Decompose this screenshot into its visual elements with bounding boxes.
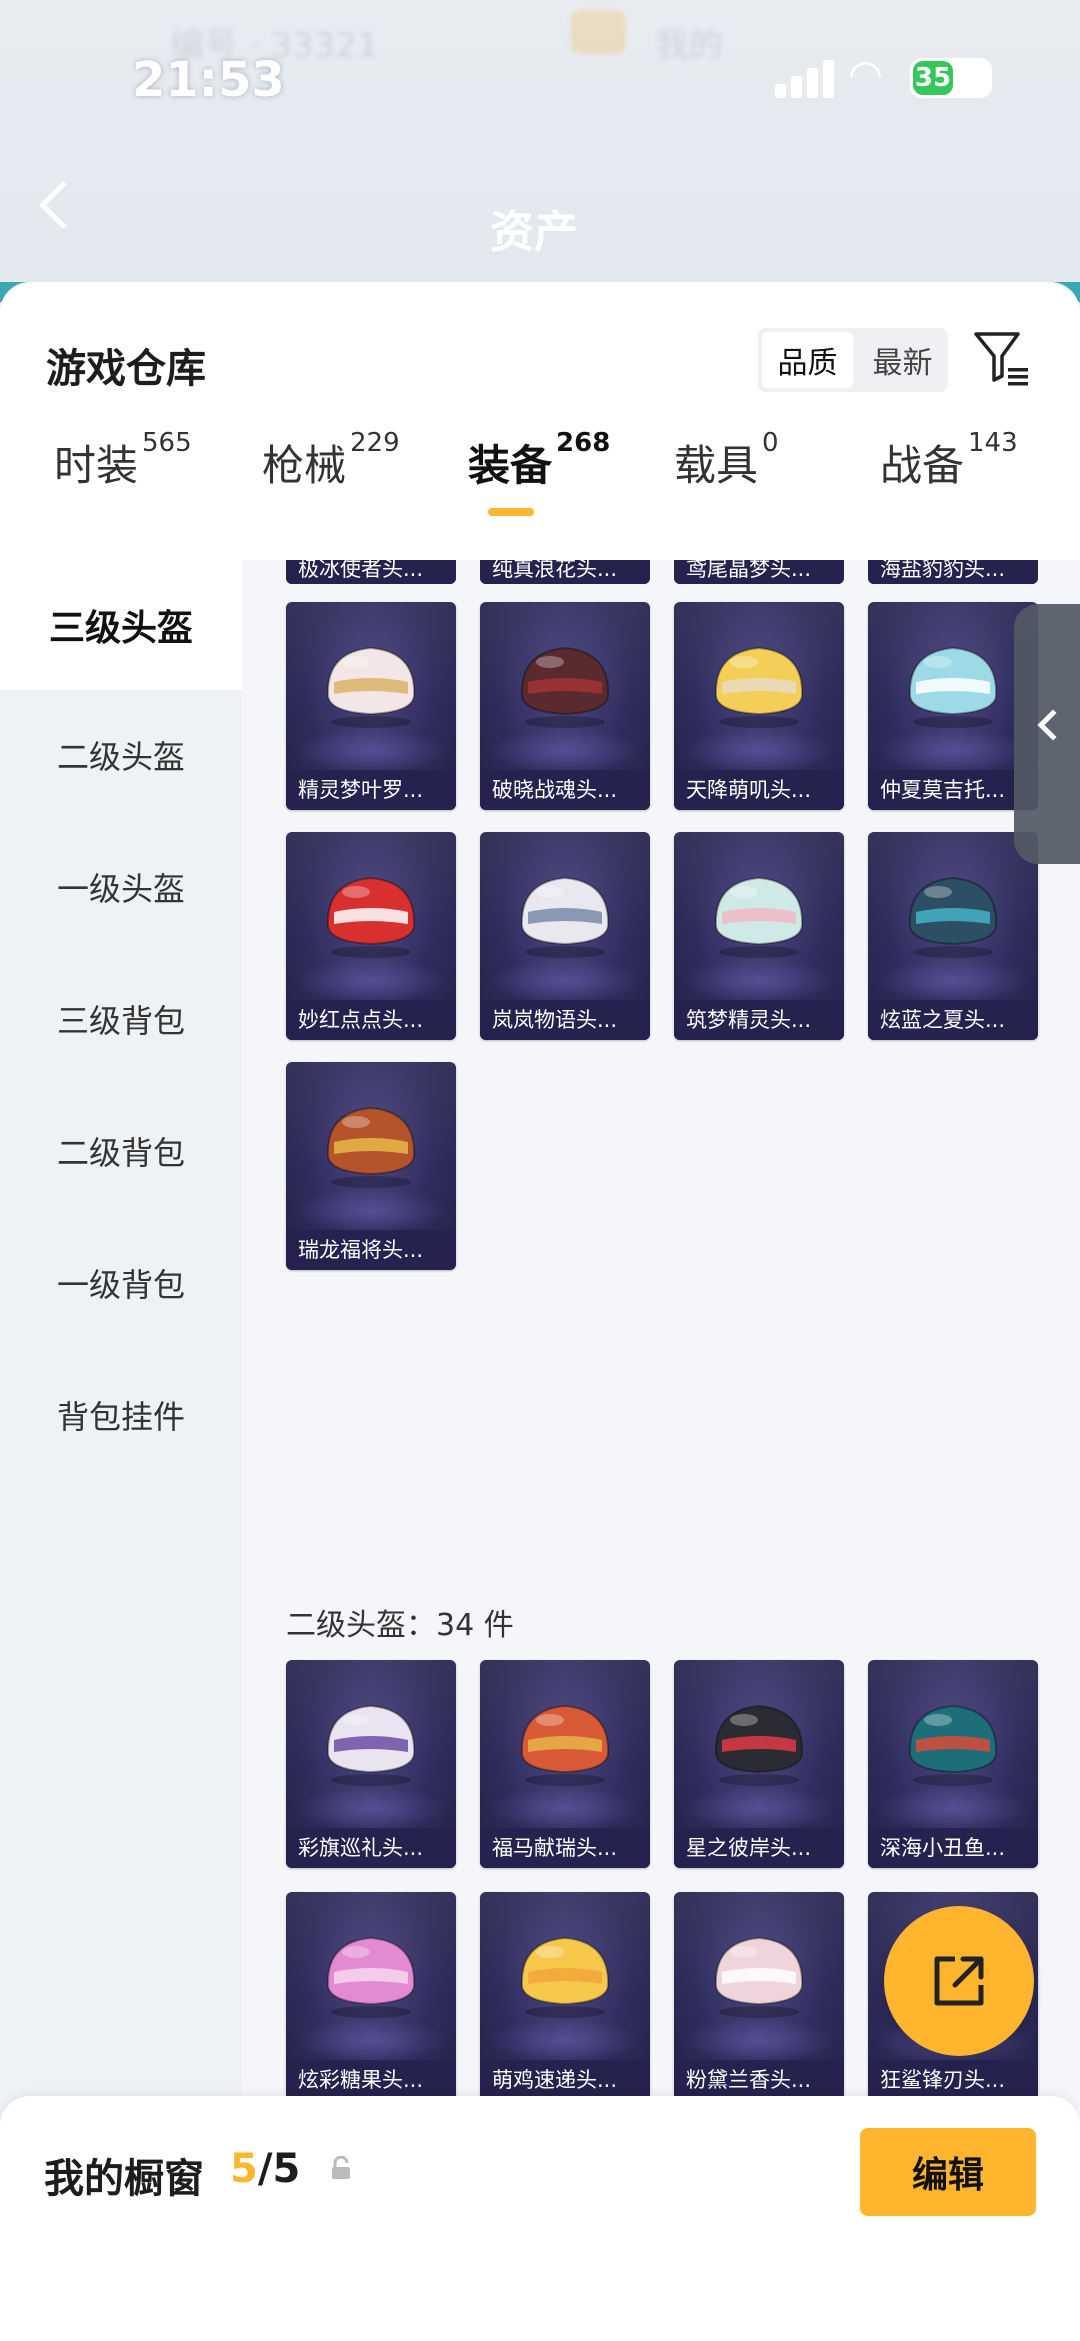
showcase-count: 5/5: [230, 2146, 301, 2192]
helmet-icon: [714, 646, 804, 728]
helmet-icon: [326, 646, 416, 728]
item-card[interactable]: 彩旗巡礼头...: [286, 1660, 456, 1868]
helmet-icon: [908, 1704, 998, 1786]
item-name: 粉黛兰香头...: [674, 2060, 844, 2100]
item-name: 炫蓝之夏头...: [868, 1000, 1038, 1040]
battery-level: 35: [913, 61, 953, 95]
sidebar-item-backpack-pendant[interactable]: 背包挂件: [0, 1350, 242, 1480]
filter-icon[interactable]: [972, 328, 1032, 388]
sidebar-item-level2-helmet[interactable]: 二级头盔: [0, 690, 242, 820]
item-name: 彩旗巡礼头...: [286, 1828, 456, 1868]
active-tab-indicator: [488, 508, 534, 516]
item-card[interactable]: 纯真浪花头...: [480, 560, 650, 584]
tab-vehicles[interactable]: 载具 0: [674, 428, 779, 493]
showcase-label: 我的橱窗: [44, 2156, 204, 2202]
sort-newest-button[interactable]: 最新: [857, 328, 948, 392]
item-name: 福马献瑞头...: [480, 1828, 650, 1868]
item-name: 仲夏莫吉托...: [868, 770, 1038, 810]
helmet-icon: [326, 876, 416, 958]
item-card[interactable]: 瑞龙福将头...: [286, 1062, 456, 1270]
helmet-icon: [326, 1106, 416, 1188]
tab-supplies[interactable]: 战备 143: [880, 428, 1018, 493]
category-sidebar: 三级头盔 二级头盔 一级头盔 三级背包 二级背包 一级背包 背包挂件: [0, 560, 242, 2341]
helmet-icon: [714, 876, 804, 958]
sheet-title: 游戏仓库: [46, 346, 206, 392]
item-name: 妙红点点头...: [286, 1000, 456, 1040]
signal-icon: [775, 58, 837, 98]
sort-quality-button[interactable]: 品质: [762, 332, 853, 388]
sidebar-item-level1-helmet[interactable]: 一级头盔: [0, 822, 242, 952]
sidebar-item-level3-backpack[interactable]: 三级背包: [0, 954, 242, 1084]
item-card[interactable]: 岚岚物语头...: [480, 832, 650, 1040]
item-name: 瑞龙福将头...: [286, 1230, 456, 1270]
showcase-bar: 我的橱窗 5/5 编辑: [0, 2096, 1080, 2341]
item-card[interactable]: 星之彼岸头...: [674, 1660, 844, 1868]
item-name: 鸢尾晶梦头...: [674, 560, 844, 584]
lock-icon: [332, 2156, 350, 2179]
sort-toggle[interactable]: 品质 最新: [758, 328, 948, 392]
helmet-icon: [520, 1704, 610, 1786]
sidebar-item-level1-backpack[interactable]: 一级背包: [0, 1218, 242, 1348]
share-icon: [934, 1956, 984, 2006]
item-card[interactable]: 妙红点点头...: [286, 832, 456, 1040]
item-card[interactable]: 筑梦精灵头...: [674, 832, 844, 1040]
helmet-icon: [908, 876, 998, 958]
sidebar-item-level2-backpack[interactable]: 二级背包: [0, 1086, 242, 1216]
status-overlay-right: 我的: [655, 26, 723, 66]
item-card[interactable]: 精灵梦叶罗...: [286, 602, 456, 810]
item-name: 筑梦精灵头...: [674, 1000, 844, 1040]
helmet-icon: [714, 1936, 804, 2018]
item-name: 深海小丑鱼...: [868, 1828, 1038, 1868]
item-name: 精灵梦叶罗...: [286, 770, 456, 810]
item-card[interactable]: 天降萌叽头...: [674, 602, 844, 810]
item-grid: 二级头盔：34 件 极冰使者头... 纯真浪花头... 鸢尾晶梦头... 海盐豹豹头.…: [242, 560, 1080, 2341]
item-name: 海盐豹豹头...: [868, 560, 1038, 584]
item-card[interactable]: 深海小丑鱼...: [868, 1660, 1038, 1868]
app-icon: [570, 10, 626, 54]
helmet-icon: [714, 1704, 804, 1786]
helmet-icon: [908, 646, 998, 728]
item-card[interactable]: 破晓战魂头...: [480, 602, 650, 810]
helmet-icon: [326, 1704, 416, 1786]
helmet-icon: [520, 876, 610, 958]
item-name: 岚岚物语头...: [480, 1000, 650, 1040]
nav-title: 资产: [490, 207, 578, 258]
status-time: 21:53: [132, 52, 285, 108]
chevron-left-icon: [1037, 709, 1069, 741]
helmet-icon: [520, 646, 610, 728]
item-name: 星之彼岸头...: [674, 1828, 844, 1868]
item-name: 炫彩糖果头...: [286, 2060, 456, 2100]
tab-equipment[interactable]: 装备 268: [468, 428, 610, 493]
item-name: 狂鲨锋刃头...: [868, 2060, 1038, 2100]
item-card[interactable]: 海盐豹豹头...: [868, 560, 1038, 584]
item-card[interactable]: 极冰使者头...: [286, 560, 456, 584]
item-name: 破晓战魂头...: [480, 770, 650, 810]
item-card[interactable]: 鸢尾晶梦头...: [674, 560, 844, 584]
helmet-icon: [326, 1936, 416, 2018]
item-card[interactable]: 萌鸡速递头...: [480, 1892, 650, 2100]
item-card[interactable]: 仲夏莫吉托...: [868, 602, 1038, 810]
item-name: 纯真浪花头...: [480, 560, 650, 584]
tab-firearms[interactable]: 枪械 229: [262, 428, 400, 493]
section-label-level2: 二级头盔：34 件: [286, 1608, 514, 1643]
sidebar-item-level3-helmet[interactable]: 三级头盔: [0, 560, 242, 690]
category-tabs: 时装 565 枪械 229 装备 268 载具 0 战备 143: [0, 428, 1080, 542]
side-drawer-handle[interactable]: [1014, 604, 1080, 864]
item-card[interactable]: 炫蓝之夏头...: [868, 832, 1038, 1040]
share-button[interactable]: [884, 1906, 1034, 2056]
item-name: 极冰使者头...: [286, 560, 456, 584]
helmet-icon: [520, 1936, 610, 2018]
tab-fashion[interactable]: 时装 565: [54, 428, 192, 493]
wifi-icon: ◠: [848, 52, 883, 98]
battery-icon: 35: [910, 58, 992, 98]
item-name: 萌鸡速递头...: [480, 2060, 650, 2100]
item-card[interactable]: 福马献瑞头...: [480, 1660, 650, 1868]
item-card[interactable]: 炫彩糖果头...: [286, 1892, 456, 2100]
edit-button[interactable]: 编辑: [860, 2128, 1036, 2216]
item-card[interactable]: 粉黛兰香头...: [674, 1892, 844, 2100]
item-name: 天降萌叽头...: [674, 770, 844, 810]
